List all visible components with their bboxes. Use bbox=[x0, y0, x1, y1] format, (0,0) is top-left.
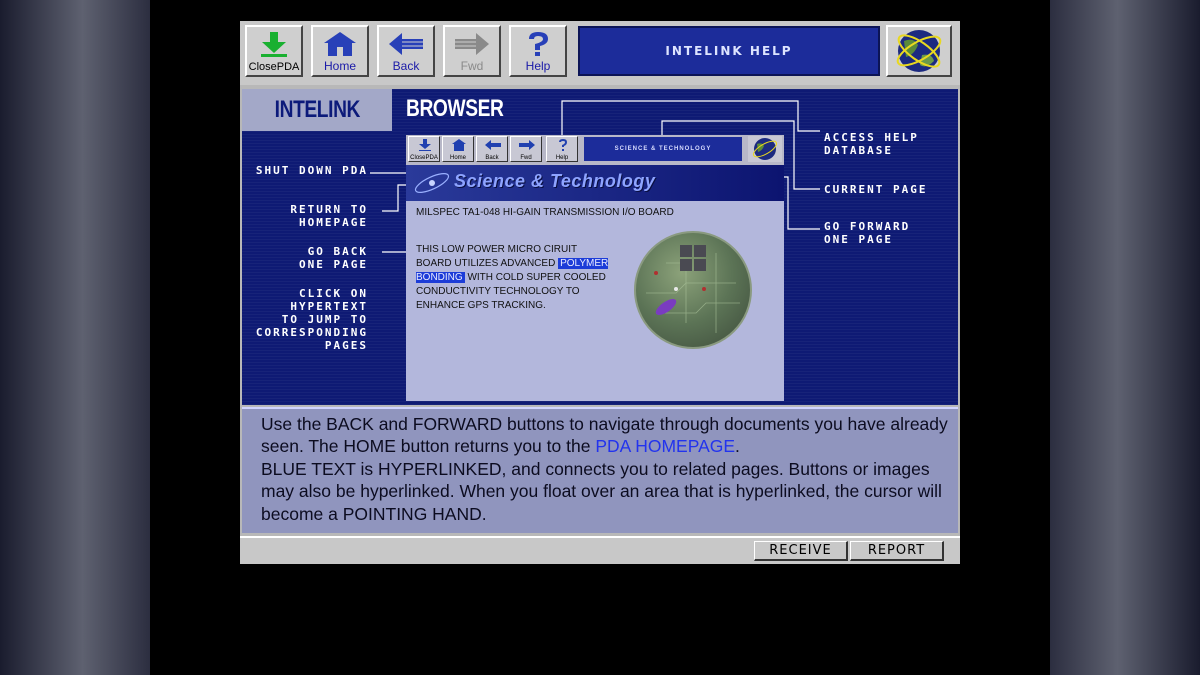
preview-back-button: Back bbox=[476, 136, 508, 162]
help-panel: INTELINK BROWSER SHUT DOWN PDA RETURN TO… bbox=[242, 89, 958, 405]
atom-logo-icon bbox=[414, 173, 450, 193]
globe-icon bbox=[752, 138, 778, 160]
preview-content: MILSPEC TA1-048 HI-GAIN TRANSMISSION I/O… bbox=[406, 201, 784, 401]
receive-button[interactable]: RECEIVE bbox=[754, 541, 848, 561]
preview-home-button: Home bbox=[442, 136, 474, 162]
preview-back-label: Back bbox=[485, 155, 499, 161]
status-bar: RECEIVE REPORT bbox=[240, 536, 960, 564]
instructions-panel: Use the BACK and FORWARD buttons to navi… bbox=[242, 407, 958, 533]
report-button[interactable]: REPORT bbox=[850, 541, 944, 561]
pda-homepage-link[interactable]: PDA HOMEPAGE bbox=[595, 436, 735, 456]
preview-help-button: Help bbox=[546, 136, 578, 162]
page-title: INTELINK HELP bbox=[665, 44, 793, 58]
preview-forward-label: Fwd bbox=[520, 155, 532, 161]
callout-shut-down: SHUT DOWN PDA bbox=[255, 164, 368, 177]
circuit-board-graphic bbox=[646, 245, 740, 333]
question-mark-icon bbox=[559, 139, 567, 151]
instructions-text: Use the BACK and FORWARD buttons to navi… bbox=[261, 413, 951, 525]
help-label: Help bbox=[525, 59, 551, 73]
callout-go-forward: GO FORWARD ONE PAGE bbox=[824, 220, 911, 246]
section-title: BROWSER bbox=[406, 95, 504, 122]
home-icon bbox=[452, 139, 466, 151]
toolbar: ClosePDA Home Back Fwd Help INTELINK HEL… bbox=[240, 21, 960, 85]
browser-preview: ClosePDA Home Back Fwd Help SCIENCE & TE… bbox=[406, 135, 784, 401]
download-arrow-icon bbox=[419, 139, 431, 151]
preview-help-label: Help bbox=[555, 155, 569, 161]
preview-close-button: ClosePDA bbox=[408, 136, 440, 162]
left-backdrop bbox=[0, 0, 150, 675]
forward-button[interactable]: Fwd bbox=[443, 25, 501, 77]
preview-header: Science & Technology bbox=[406, 165, 784, 201]
back-button[interactable]: Back bbox=[377, 25, 435, 77]
back-label: Back bbox=[392, 59, 420, 73]
home-button[interactable]: Home bbox=[311, 25, 369, 77]
forward-arrow-icon bbox=[519, 140, 535, 150]
download-arrow-icon bbox=[261, 32, 287, 57]
intelink-tab: INTELINK bbox=[242, 89, 392, 131]
forward-arrow-icon bbox=[455, 33, 489, 55]
home-label: Home bbox=[323, 59, 356, 73]
preview-forward-button: Fwd bbox=[510, 136, 542, 162]
close-pda-label: ClosePDA bbox=[248, 61, 300, 73]
globe-button[interactable] bbox=[886, 25, 952, 77]
preview-page-banner: SCIENCE & TECHNOLOGY bbox=[584, 137, 742, 161]
callout-go-back: GO BACK ONE PAGE bbox=[299, 245, 368, 271]
globe-icon bbox=[896, 30, 942, 72]
help-button[interactable]: Help bbox=[509, 25, 567, 77]
callout-hypertext: CLICK ON HYPERTEXT TO JUMP TO CORRESPOND… bbox=[255, 287, 368, 352]
preview-header-title: Science & Technology bbox=[454, 171, 656, 191]
callout-current-page: CURRENT PAGE bbox=[824, 183, 928, 196]
pda-window: ClosePDA Home Back Fwd Help INTELINK HEL… bbox=[240, 21, 960, 564]
intelink-tab-label: INTELINK bbox=[274, 96, 360, 123]
right-backdrop bbox=[1050, 0, 1200, 675]
callout-return-home: RETURN TO HOMEPAGE bbox=[290, 203, 368, 229]
home-icon bbox=[324, 32, 356, 56]
back-arrow-icon bbox=[485, 140, 501, 150]
forward-label: Fwd bbox=[460, 59, 484, 73]
callout-help-database: ACCESS HELP DATABASE bbox=[824, 131, 919, 157]
instructions-part3: BLUE TEXT is HYPERLINKED, and connects y… bbox=[261, 458, 942, 524]
preview-page-title: SCIENCE & TECHNOLOGY bbox=[614, 146, 712, 152]
back-arrow-icon bbox=[389, 33, 423, 55]
preview-article-text: THIS LOW POWER MICRO CIRUIT BOARD UTILIZ… bbox=[416, 243, 612, 313]
close-pda-button[interactable]: ClosePDA bbox=[245, 25, 303, 77]
page-title-banner: INTELINK HELP bbox=[578, 26, 880, 76]
question-mark-icon bbox=[529, 32, 548, 56]
preview-home-label: Home bbox=[449, 155, 466, 161]
preview-article-title: MILSPEC TA1-048 HI-GAIN TRANSMISSION I/O… bbox=[416, 207, 674, 218]
circuit-board-image bbox=[634, 231, 752, 349]
preview-close-label: ClosePDA bbox=[410, 155, 438, 161]
instructions-part2: . bbox=[735, 436, 740, 457]
preview-text-part1: THIS LOW POWER MICRO CIRUIT BOARD UTILIZ… bbox=[416, 244, 577, 269]
preview-toolbar: ClosePDA Home Back Fwd Help SCIENCE & TE… bbox=[406, 135, 784, 165]
preview-globe bbox=[748, 136, 782, 162]
